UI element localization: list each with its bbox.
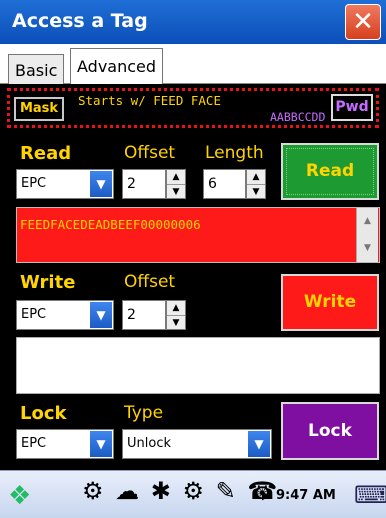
mask-button[interactable]: Mask <box>14 97 64 121</box>
start-icon[interactable]: ❖ <box>8 481 31 511</box>
arrow-down-icon[interactable]: ▼ <box>167 185 185 199</box>
lock-type-value: Unlock <box>127 436 171 451</box>
write-offset-input[interactable]: 2 <box>122 300 166 330</box>
tab-basic[interactable]: Basic <box>8 54 65 84</box>
chevron-down-icon: ▼ <box>248 431 270 457</box>
chevron-down-icon: ▼ <box>90 431 112 457</box>
read-length-label: Length <box>205 143 264 163</box>
arrow-up-icon[interactable]: ▲ <box>167 301 185 316</box>
write-offset-stepper[interactable]: ▲ ▼ <box>166 300 186 330</box>
write-bank-value: EPC <box>21 307 47 322</box>
clock[interactable]: 9:47 AM <box>276 488 336 503</box>
window-title: Access a Tag <box>12 10 148 32</box>
arrow-down-icon[interactable]: ▼ <box>357 235 378 262</box>
read-length-input[interactable]: 6 <box>203 169 246 199</box>
chevron-down-icon: ▼ <box>90 171 112 197</box>
lock-bank-value: EPC <box>21 436 47 451</box>
lock-label: Lock <box>20 403 67 424</box>
lock-type-label: Type <box>124 403 164 423</box>
write-label: Write <box>20 272 76 293</box>
lock-type-select[interactable]: Unlock ▼ <box>122 429 272 459</box>
password-button[interactable]: Pwd <box>331 94 373 121</box>
lock-button[interactable]: Lock <box>281 402 379 460</box>
read-offset-input[interactable]: 2 <box>122 169 166 199</box>
read-length-stepper[interactable]: ▲ ▼ <box>246 169 266 199</box>
arrow-up-icon[interactable]: ▲ <box>167 170 185 185</box>
read-label: Read <box>20 143 72 164</box>
system-tray-icons[interactable]: ⚙ ☁ ✱ ⚙ ✎ ☎ <box>82 477 279 505</box>
read-offset-label: Offset <box>124 143 176 163</box>
arrow-down-icon[interactable]: ▼ <box>247 185 265 199</box>
chevron-down-icon: ▼ <box>90 302 112 328</box>
mask-value: AABBCCDD <box>270 110 326 124</box>
write-button[interactable]: Write <box>281 274 379 331</box>
read-result-scrollbar[interactable]: ▲ ▼ <box>356 208 378 262</box>
close-button[interactable]: ✕ <box>345 4 381 40</box>
read-bank-value: EPC <box>21 176 47 191</box>
write-data-box[interactable] <box>16 337 380 394</box>
read-bank-select[interactable]: EPC ▼ <box>16 169 114 199</box>
keyboard-icon[interactable]: ⌨ <box>354 481 386 509</box>
arrow-up-icon[interactable]: ▲ <box>357 208 378 235</box>
arrow-down-icon[interactable]: ▼ <box>167 316 185 330</box>
read-result-text: FEEDFACEDEADBEEF00000006 <box>20 217 201 232</box>
close-icon: ✕ <box>352 7 374 37</box>
read-result-box <box>16 207 380 263</box>
write-bank-select[interactable]: EPC ▼ <box>16 300 114 330</box>
arrow-up-icon[interactable]: ▲ <box>247 170 265 185</box>
tray-expand-icon[interactable]: ▶ <box>262 489 270 502</box>
read-button[interactable]: Read <box>281 143 379 200</box>
write-offset-label: Offset <box>124 272 176 292</box>
mask-description: Starts w/ FEED FACE <box>78 93 221 108</box>
tab-advanced[interactable]: Advanced <box>70 48 164 85</box>
read-offset-stepper[interactable]: ▲ ▼ <box>166 169 186 199</box>
lock-bank-select[interactable]: EPC ▼ <box>16 429 114 459</box>
